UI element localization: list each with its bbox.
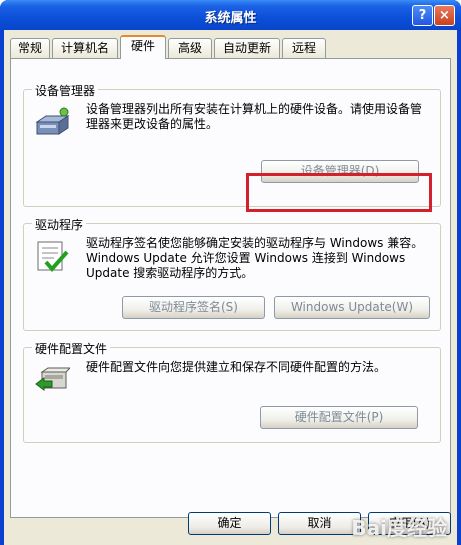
hardware-profiles-group: 硬件配置文件 硬件配置文件向您提供建立和保存不同硬件配置的方法。 硬件配置文件(…: [23, 340, 441, 443]
tab-advanced[interactable]: 高级: [168, 38, 212, 58]
device-manager-icon: [35, 107, 70, 135]
ok-button[interactable]: 确定: [188, 512, 271, 535]
help-button[interactable]: ?: [412, 5, 433, 26]
drivers-group-title: 驱动程序: [32, 216, 87, 233]
tab-general[interactable]: 常规: [10, 38, 50, 58]
driver-signing-button[interactable]: 驱动程序签名(S): [122, 296, 265, 319]
watermark: Bai度经验: [351, 516, 447, 540]
drivers-group: 驱动程序 驱动程序签名使您能够确定安装的驱动程序与 Windows 兼容。Win…: [23, 216, 441, 331]
tab-remote[interactable]: 远程: [282, 38, 326, 58]
device-manager-group-title: 设备管理器: [32, 82, 99, 99]
hardware-profiles-description: 硬件配置文件向您提供建立和保存不同硬件配置的方法。: [86, 360, 387, 374]
windows-update-button[interactable]: Windows Update(W): [274, 296, 430, 319]
hardware-profiles-group-title: 硬件配置文件: [32, 340, 111, 357]
highlight-box: [246, 173, 432, 212]
system-properties-window: 系统属性 ? × 常规 计算机名 硬件 高级 自动更新 远程 设备管理器 设备管…: [0, 0, 461, 545]
tab-computer-name[interactable]: 计算机名: [52, 38, 118, 58]
drivers-description: 驱动程序签名使您能够确定安装的驱动程序与 Windows 兼容。Windows …: [86, 236, 424, 280]
window-title: 系统属性: [204, 11, 257, 26]
close-button[interactable]: ×: [434, 5, 455, 26]
dialog-body: 常规 计算机名 硬件 高级 自动更新 远程 设备管理器 设备管理器列出所有安装在…: [4, 30, 457, 545]
hardware-tab-panel: 设备管理器 设备管理器列出所有安装在计算机上的硬件设备。请使用设备管理器来更改设…: [10, 58, 451, 518]
tab-automatic-updates[interactable]: 自动更新: [214, 38, 280, 58]
title-bar[interactable]: 系统属性 ? ×: [0, 0, 461, 30]
driver-signing-icon: [37, 241, 69, 273]
tab-hardware[interactable]: 硬件: [120, 35, 166, 59]
hardware-profiles-button[interactable]: 硬件配置文件(P): [260, 406, 418, 429]
hardware-profiles-icon: [35, 367, 70, 391]
cancel-button[interactable]: 取消: [278, 512, 361, 535]
device-manager-description: 设备管理器列出所有安装在计算机上的硬件设备。请使用设备管理器来更改设备的属性。: [86, 102, 423, 131]
